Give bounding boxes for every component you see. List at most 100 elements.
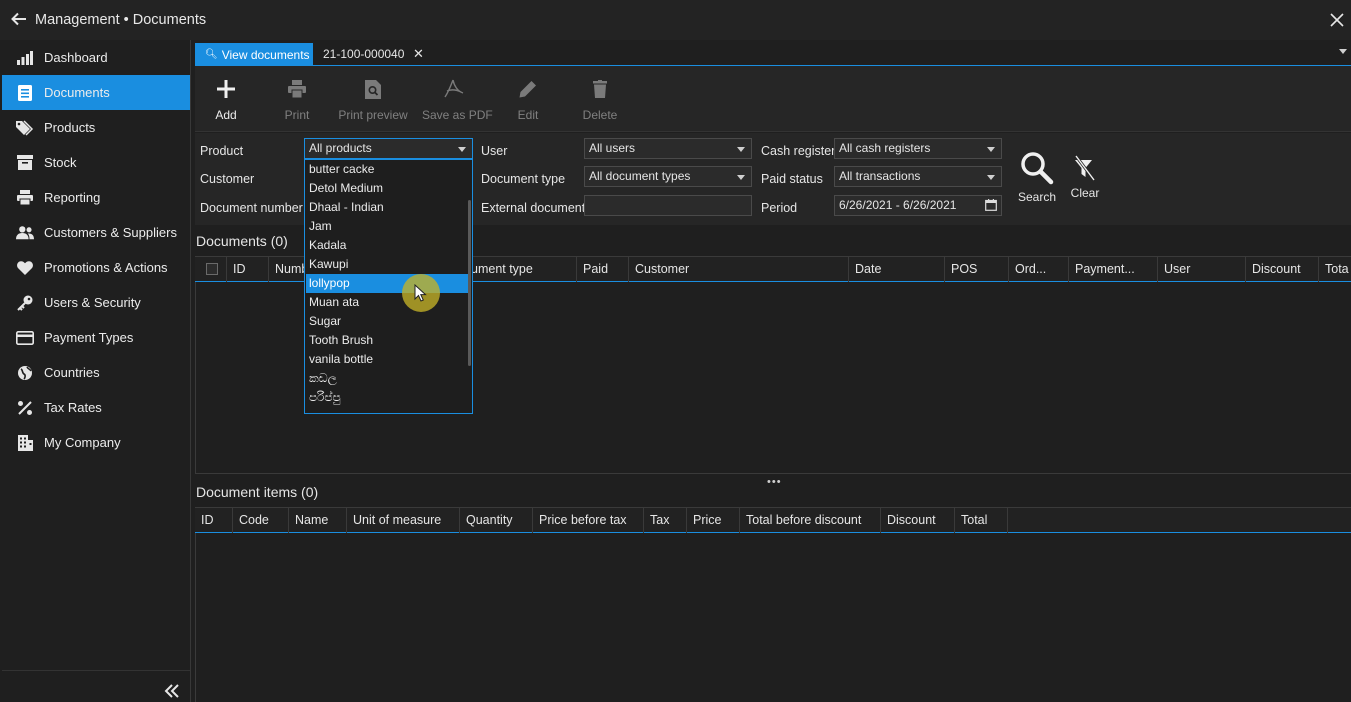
sidebar-item-customers-suppliers[interactable]: Customers & Suppliers <box>2 215 190 250</box>
sidebar-item-label: Dashboard <box>44 50 108 65</box>
key-icon <box>16 294 34 311</box>
product-label: Product <box>200 144 244 158</box>
delete-button[interactable]: Delete <box>582 76 618 122</box>
print-label: Print <box>284 108 310 122</box>
column-header[interactable]: Numb <box>269 257 309 282</box>
column-header[interactable]: Unit of measure <box>347 508 460 533</box>
tab-document[interactable]: 21-100-000040 <box>323 47 404 61</box>
document-type-select[interactable]: All document types <box>584 166 752 187</box>
dropdown-option-selected[interactable]: lollypop <box>306 274 469 293</box>
chevron-down-icon <box>987 175 995 180</box>
printer-icon <box>288 80 306 98</box>
search-button[interactable]: Search <box>1017 151 1057 204</box>
print-button[interactable]: Print <box>277 76 317 122</box>
column-header[interactable]: POS <box>945 257 1009 282</box>
column-header[interactable]: Ord... <box>1009 257 1069 282</box>
column-header[interactable]: Quantity <box>460 508 533 533</box>
sidebar-item-countries[interactable]: Countries <box>2 355 190 390</box>
search-icon <box>1021 152 1054 185</box>
column-header[interactable]: ument type <box>465 257 577 282</box>
pencil-icon <box>519 81 536 98</box>
dropdown-option[interactable]: කඩල <box>306 369 469 388</box>
external-document-label: External document <box>481 201 586 215</box>
tab-menu-chevron-icon[interactable] <box>1339 49 1347 54</box>
panel-splitter[interactable]: ••• <box>195 473 1351 488</box>
sidebar-item-dashboard[interactable]: Dashboard <box>2 40 190 75</box>
sidebar-item-promotions-actions[interactable]: Promotions & Actions <box>2 250 190 285</box>
close-tab-icon[interactable]: ✕ <box>413 46 424 62</box>
dropdown-option[interactable]: Jam <box>306 217 469 236</box>
close-icon[interactable] <box>1329 12 1345 28</box>
document-items-title: Document items (0) <box>196 484 319 500</box>
dropdown-option[interactable]: butter cacke <box>306 160 469 179</box>
window-title: Management • Documents <box>35 12 207 28</box>
column-header[interactable]: Price <box>687 508 740 533</box>
column-header[interactable]: ID <box>227 257 269 282</box>
column-header[interactable]: Tax <box>644 508 687 533</box>
column-header[interactable]: Customer <box>629 257 849 282</box>
cash-register-select[interactable]: All cash registers <box>834 138 1002 159</box>
column-header[interactable]: Discount <box>1246 257 1319 282</box>
dropdown-option[interactable]: vanila bottle <box>306 350 469 369</box>
period-value: 6/26/2021 - 6/26/2021 <box>839 198 957 212</box>
user-select-value: All users <box>589 141 636 155</box>
dropdown-scrollbar[interactable] <box>468 200 471 366</box>
delete-label: Delete <box>582 108 618 122</box>
dropdown-option[interactable]: පරිප්පු <box>306 388 469 407</box>
edit-button[interactable]: Edit <box>514 76 542 122</box>
dropdown-option[interactable]: Tooth Brush <box>306 331 469 350</box>
column-header[interactable]: Payment... <box>1069 257 1158 282</box>
sidebar-item-label: Tax Rates <box>44 400 102 415</box>
clear-label: Clear <box>1070 186 1100 200</box>
column-header[interactable]: Tota <box>1319 257 1351 282</box>
printer-icon <box>16 189 34 206</box>
user-select[interactable]: All users <box>584 138 752 159</box>
column-header[interactable]: Price before tax <box>533 508 644 533</box>
title-bar: Management • Documents <box>0 0 1351 40</box>
column-header[interactable]: Code <box>233 508 289 533</box>
sidebar-item-stock[interactable]: Stock <box>2 145 190 180</box>
drag-handle-icon[interactable]: ••• <box>767 476 782 488</box>
column-header[interactable]: Total before discount <box>740 508 881 533</box>
column-header[interactable]: Total <box>955 508 1008 533</box>
external-document-input[interactable] <box>584 195 752 216</box>
sidebar-divider <box>2 670 190 671</box>
save-as-pdf-button[interactable]: Save as PDF <box>422 76 493 122</box>
sidebar-item-label: Payment Types <box>44 330 134 345</box>
column-header[interactable]: Date <box>849 257 945 282</box>
sidebar-item-products[interactable]: Products <box>2 110 190 145</box>
sidebar-item-documents[interactable]: Documents <box>2 75 190 110</box>
dropdown-option[interactable]: Muan ata <box>306 293 469 312</box>
column-header[interactable]: Discount <box>881 508 955 533</box>
customer-label: Customer <box>200 172 255 186</box>
pdf-icon <box>444 79 464 98</box>
sidebar-item-payment-types[interactable]: Payment Types <box>2 320 190 355</box>
sidebar-item-tax-rates[interactable]: Tax Rates <box>2 390 190 425</box>
paid-status-label: Paid status <box>761 172 823 186</box>
paid-status-select[interactable]: All transactions <box>834 166 1002 187</box>
sidebar-item-users-security[interactable]: Users & Security <box>2 285 190 320</box>
save-as-pdf-label: Save as PDF <box>422 108 493 122</box>
clear-button[interactable]: Clear <box>1068 155 1102 200</box>
tab-view-documents[interactable]: 🔍︎ View documents <box>195 43 313 66</box>
collapse-sidebar-icon[interactable] <box>162 682 182 700</box>
column-header[interactable]: ID <box>195 508 233 533</box>
column-header[interactable]: User <box>1158 257 1246 282</box>
add-button[interactable]: Add <box>210 76 242 122</box>
select-all-checkbox[interactable] <box>206 263 218 275</box>
sidebar-item-my-company[interactable]: My Company <box>2 425 190 460</box>
column-header[interactable]: Paid <box>577 257 629 282</box>
period-picker[interactable]: 6/26/2021 - 6/26/2021 <box>834 195 1002 216</box>
document-items-grid-body <box>195 533 1351 702</box>
dropdown-option[interactable]: Dhaal - Indian <box>306 198 469 217</box>
dropdown-option[interactable]: Detol Medium <box>306 179 469 198</box>
dropdown-option[interactable]: Kadala <box>306 236 469 255</box>
print-preview-button[interactable]: Print preview <box>338 76 408 122</box>
sidebar-item-reporting[interactable]: Reporting <box>2 180 190 215</box>
calendar-icon[interactable] <box>985 199 997 211</box>
back-arrow-icon[interactable] <box>10 10 28 28</box>
column-header[interactable]: Name <box>289 508 347 533</box>
dropdown-option[interactable]: Kawupi <box>306 255 469 274</box>
dropdown-option[interactable]: Sugar <box>306 312 469 331</box>
product-select[interactable]: All products <box>304 138 473 159</box>
